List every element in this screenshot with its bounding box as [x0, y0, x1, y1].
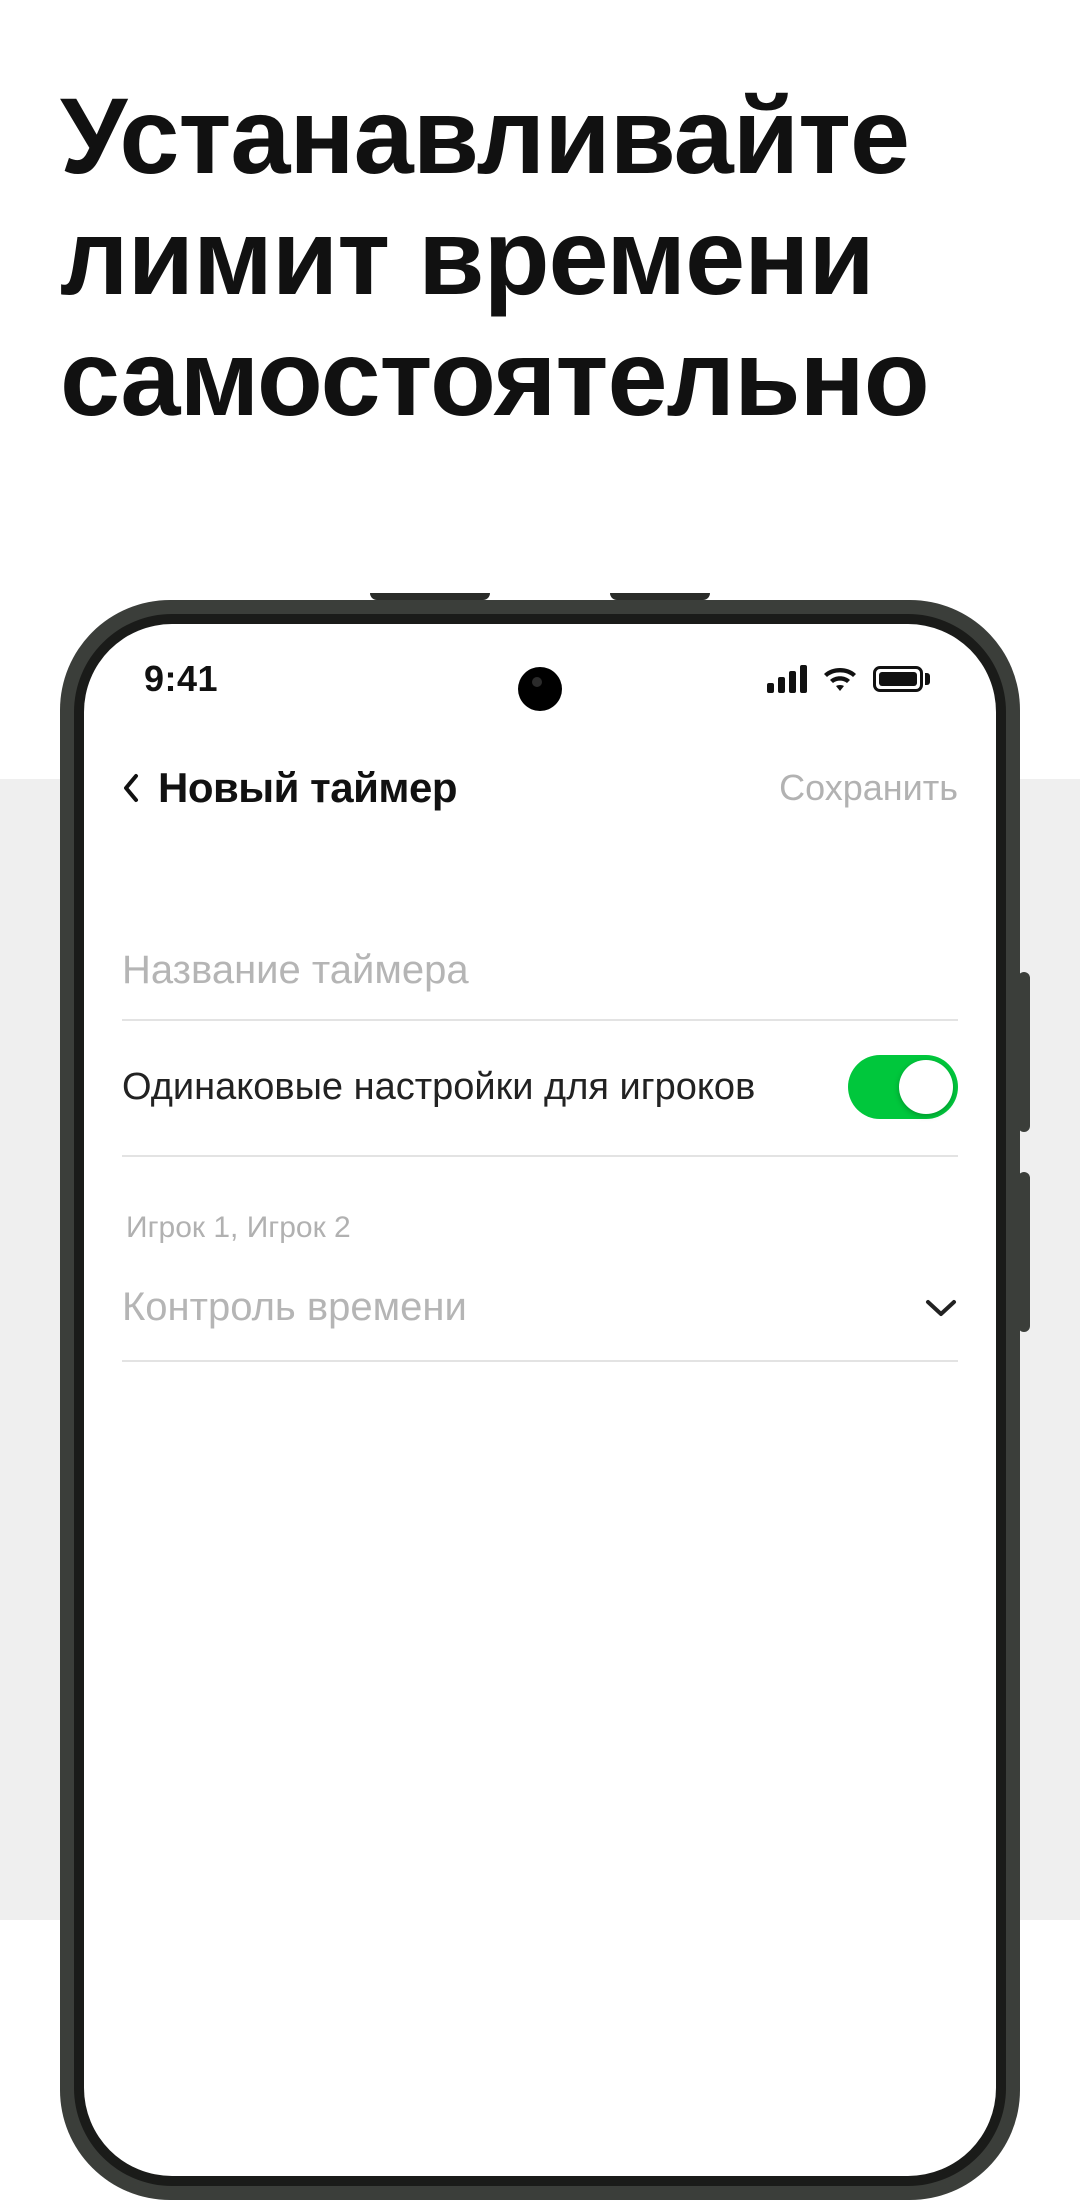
battery-icon	[873, 666, 930, 692]
time-control-label: Контроль времени	[122, 1285, 467, 1330]
phone-frame: 9:41	[60, 600, 1020, 2200]
time-control-dropdown[interactable]: Контроль времени	[122, 1245, 958, 1362]
app-content: Новый таймер Сохранить Одинаковые настро…	[84, 734, 996, 2176]
save-button[interactable]: Сохранить	[779, 767, 958, 809]
phone-notch-accent	[370, 593, 490, 600]
status-bar: 9:41	[84, 624, 996, 734]
phone-mockup: 9:41	[60, 600, 1020, 2200]
app-header: Новый таймер Сохранить	[122, 734, 958, 842]
chevron-left-icon	[122, 773, 140, 803]
phone-screen: 9:41	[84, 624, 996, 2176]
hero-section: Устанавливайте лимит времени самостоятел…	[0, 0, 1080, 439]
toggle-knob-icon	[899, 1060, 953, 1114]
phone-side-button	[1018, 972, 1030, 1132]
status-icons	[767, 665, 930, 693]
phone-notch-accent	[610, 593, 710, 600]
same-settings-row: Одинаковые настройки для игроков	[122, 1021, 958, 1157]
cellular-icon	[767, 665, 807, 693]
same-settings-label: Одинаковые настройки для игроков	[122, 1066, 755, 1109]
app-header-left: Новый таймер	[122, 764, 457, 812]
same-settings-toggle[interactable]	[848, 1055, 958, 1119]
phone-inner-rim: 9:41	[74, 614, 1006, 2186]
hero-title: Устанавливайте лимит времени самостоятел…	[60, 76, 1020, 439]
back-button[interactable]	[122, 773, 140, 803]
timer-name-input[interactable]	[122, 948, 958, 993]
spacer	[122, 842, 958, 918]
wifi-icon	[821, 665, 859, 693]
players-caption: Игрок 1, Игрок 2	[126, 1211, 958, 1245]
timer-name-field	[122, 918, 958, 1021]
page-title: Новый таймер	[158, 764, 457, 812]
chevron-down-icon	[924, 1297, 958, 1319]
phone-side-button	[1018, 1172, 1030, 1332]
status-time: 9:41	[144, 658, 218, 700]
